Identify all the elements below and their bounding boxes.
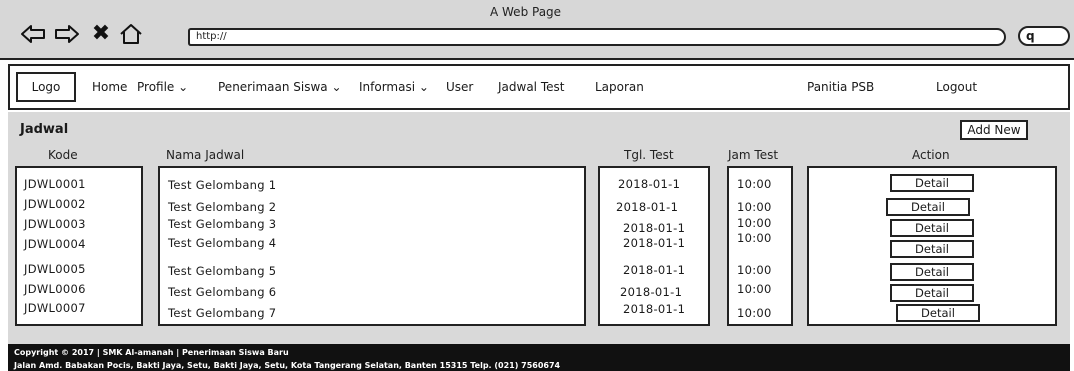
header-jam-test: Jam Test [728,148,779,162]
window-title: A Web Page [490,5,562,19]
menu-logout[interactable]: Logout [936,80,977,94]
detail-button[interactable]: Detail [890,219,974,237]
detail-button[interactable]: Detail [890,240,974,258]
footer: Copyright © 2017 | SMK Al-amanah | Pener… [8,344,1070,371]
menu-laporan[interactable]: Laporan [595,80,644,94]
cell-jam: 10:00 [737,263,772,277]
menu-penerimaan-siswa[interactable]: Penerimaan Siswa ⌄ [218,80,342,94]
browser-search-box[interactable]: q [1018,26,1070,46]
cell-jam: 10:00 [737,200,772,214]
cell-jam: 10:00 [737,231,772,245]
cell-nama: Test Gelombang 7 [168,306,277,320]
detail-button[interactable]: Detail [896,304,980,322]
menu-informasi[interactable]: Informasi ⌄ [359,80,429,94]
url-bar[interactable]: http:// [188,28,1006,46]
add-new-button[interactable]: Add New [960,120,1028,140]
back-arrow-icon[interactable] [20,22,46,46]
header-kode: Kode [48,148,78,162]
detail-button[interactable]: Detail [890,284,974,302]
page-title: Jadwal [20,122,69,137]
menu-home[interactable]: Home [92,80,127,94]
cell-nama: Test Gelombang 3 [168,217,277,231]
cell-tgl: 2018-01-1 [616,200,679,214]
home-icon[interactable] [118,22,144,46]
main-menu-bar: Logo Home Profile ⌄ Penerimaan Siswa ⌄ I… [8,64,1070,110]
cell-kode: JDWL0006 [24,282,86,296]
cell-jam: 10:00 [737,282,772,296]
footer-address: Jalan Amd. Babakan Pocis, Bakti Jaya, Se… [14,361,561,370]
menu-jadwal-test[interactable]: Jadwal Test [498,80,564,94]
cell-jam: 10:00 [737,216,772,230]
header-action: Action [912,148,950,162]
cell-tgl: 2018-01-1 [623,302,686,316]
cell-tgl: 2018-01-1 [620,285,683,299]
cell-nama: Test Gelombang 5 [168,264,277,278]
close-x-icon[interactable]: ✖ [88,22,114,46]
detail-button[interactable]: Detail [890,174,974,192]
detail-button[interactable]: Detail [890,263,974,281]
cell-nama: Test Gelombang 1 [168,178,277,192]
cell-kode: JDWL0003 [24,217,86,231]
logo[interactable]: Logo [16,72,76,102]
cell-nama: Test Gelombang 2 [168,200,277,214]
forward-arrow-icon[interactable] [54,22,80,46]
search-icon: q [1026,29,1035,43]
cell-tgl: 2018-01-1 [623,263,686,277]
cell-tgl: 2018-01-1 [623,236,686,250]
cell-jam: 10:00 [737,306,772,320]
menu-profile[interactable]: Profile ⌄ [137,80,188,94]
menu-user[interactable]: User [446,80,473,94]
header-nama-jadwal: Nama Jadwal [166,148,245,162]
cell-jam: 10:00 [737,177,772,191]
cell-kode: JDWL0005 [24,262,86,276]
footer-copyright: Copyright © 2017 | SMK Al-amanah | Pener… [14,348,289,357]
cell-kode: JDWL0001 [24,177,86,191]
cell-nama: Test Gelombang 6 [168,285,277,299]
detail-button[interactable]: Detail [886,198,970,216]
header-tgl-test: Tgl. Test [624,148,674,162]
cell-kode: JDWL0002 [24,197,86,211]
cell-tgl: 2018-01-1 [618,177,681,191]
cell-tgl: 2018-01-1 [623,221,686,235]
browser-chrome: A Web Page ✖ http:// q [0,0,1074,60]
cell-kode: JDWL0004 [24,237,86,251]
cell-kode: JDWL0007 [24,301,86,315]
cell-nama: Test Gelombang 4 [168,236,277,250]
menu-panitia-psb[interactable]: Panitia PSB [807,80,874,94]
